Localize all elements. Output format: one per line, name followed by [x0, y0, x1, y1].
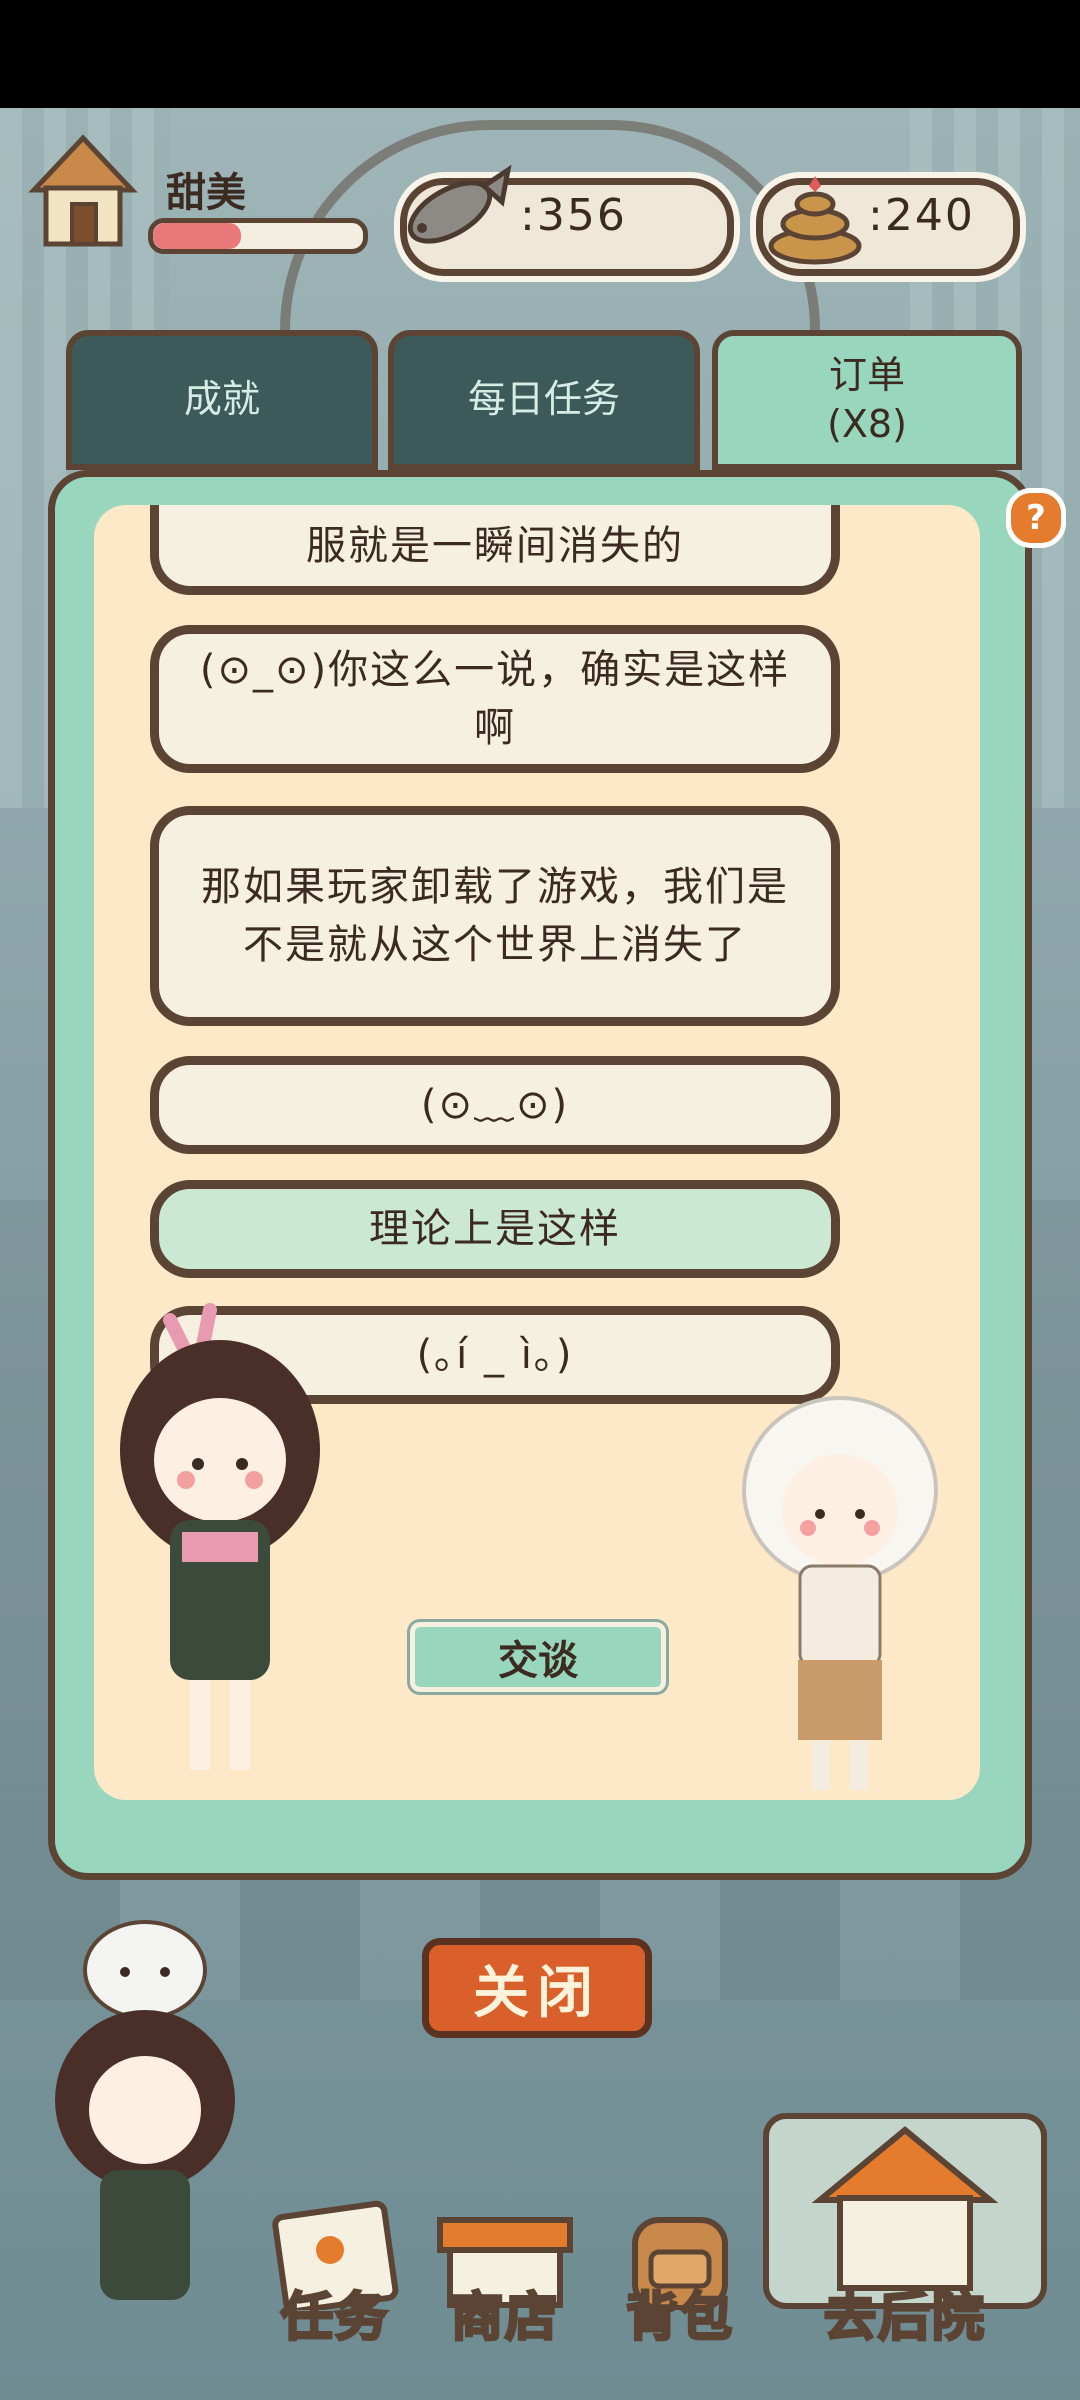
nav-shop-button[interactable]: 商店 [410, 2200, 600, 2350]
affection-bar [148, 218, 368, 254]
nav-backyard-button[interactable]: 去后院 [760, 2110, 1050, 2350]
fish-count-value: 356 [536, 190, 627, 241]
nav-shop-label: 商店 [449, 2287, 559, 2350]
chat-bubble-partial: 服就是一瞬间消失的 [150, 505, 840, 595]
fish-count: :356 [520, 190, 627, 241]
poop-count: :240 [868, 190, 975, 241]
chat-bubble-highlighted: 理论上是这样 [150, 1180, 840, 1278]
chat-bubble: (⊙_⊙)你这么一说，确实是这样啊 [150, 625, 840, 773]
home-icon[interactable] [28, 130, 138, 250]
nav-tasks-label: 任务 [279, 2287, 389, 2350]
chat-bubble-text: 服就是一瞬间消失的 [306, 522, 684, 569]
nav-backpack-button[interactable]: 背包 [585, 2200, 775, 2350]
talk-button[interactable]: 交谈 [410, 1622, 666, 1692]
status-bar [0, 0, 1080, 108]
affection-bar-fill [153, 223, 242, 249]
tab-achievements[interactable]: 成就 [66, 330, 378, 470]
nav-backpack-label: 背包 [624, 2287, 734, 2350]
poop-count-value: 240 [884, 190, 975, 241]
chat-bubble-text: 那如果玩家卸载了游戏，我们是不是就从这个世界上消失了 [201, 864, 789, 968]
nav-backyard-label: 去后院 [822, 2287, 986, 2350]
poop-icon [768, 176, 862, 265]
boy-character [742, 1396, 938, 1790]
chat-bubble-text: (⊙﹏⊙) [420, 1082, 570, 1128]
tab-daily-tasks[interactable]: 每日任务 [388, 330, 700, 470]
chat-bubble-text: (⊙_⊙)你这么一说，确实是这样啊 [199, 647, 791, 751]
player-name: 甜美 [166, 170, 246, 216]
girl-character [120, 1303, 320, 1770]
nav-tasks-button[interactable]: 任务 [240, 2200, 430, 2350]
tab-orders-label: 订单 (X8) [827, 352, 907, 446]
chat-bubble: 那如果玩家卸载了游戏，我们是不是就从这个世界上消失了 [150, 806, 840, 1026]
tab-orders[interactable]: 订单 (X8) [712, 330, 1022, 470]
chat-bubble-text: (｡í _ ì｡) [416, 1332, 574, 1378]
chat-bubble-text: 理论上是这样 [369, 1206, 621, 1252]
room-girl-with-cat [55, 1920, 235, 2300]
help-button[interactable]: ? [1006, 488, 1066, 548]
close-button[interactable]: 关闭 [422, 1938, 652, 2038]
fish-icon [407, 164, 512, 244]
chat-bubble: (⊙﹏⊙) [150, 1056, 840, 1154]
